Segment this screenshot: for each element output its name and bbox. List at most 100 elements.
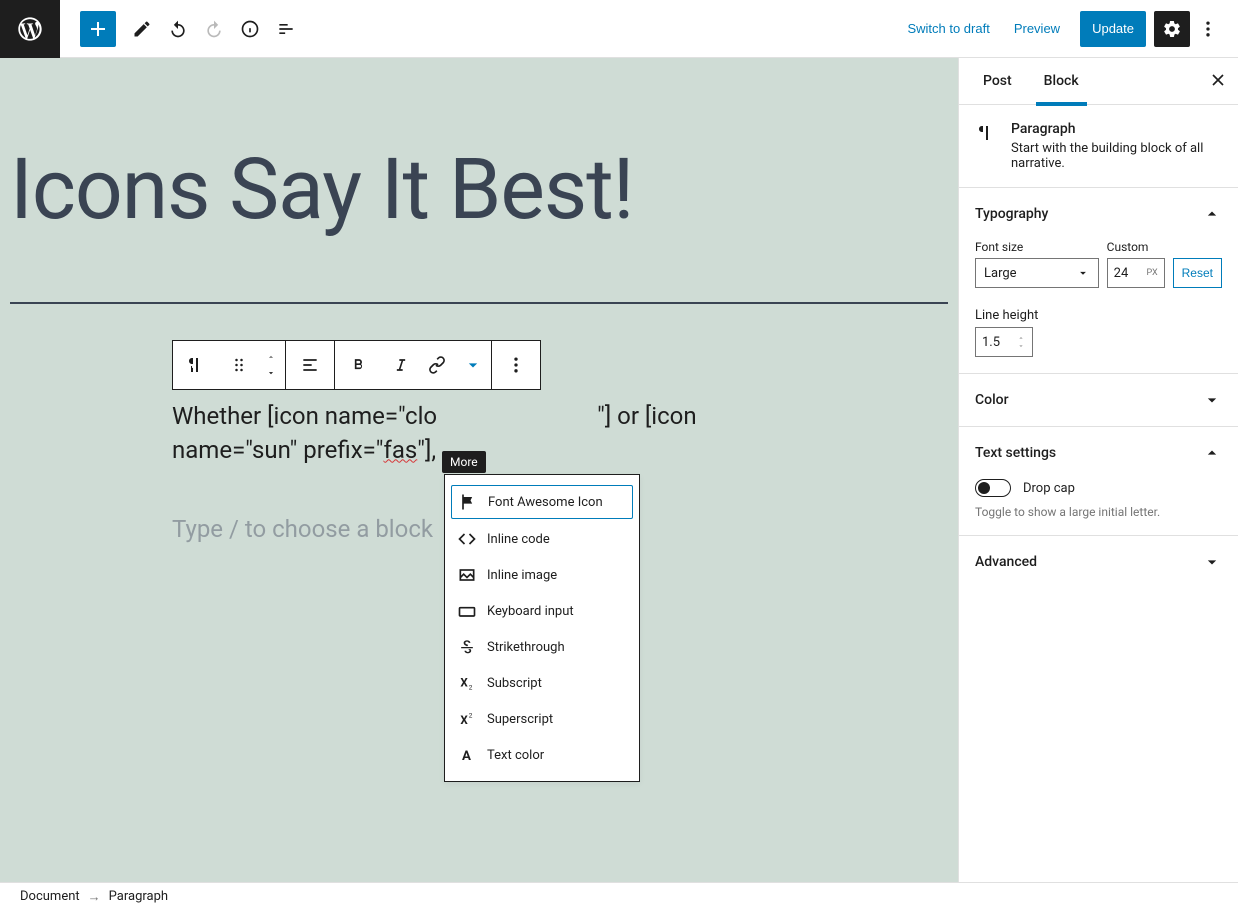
block-toolbar <box>172 340 541 390</box>
block-options-button[interactable] <box>492 341 540 389</box>
tooltip-more: More <box>442 451 486 473</box>
dropdown-label: Text color <box>487 748 544 763</box>
wordpress-logo[interactable] <box>0 0 60 58</box>
reset-font-size-button[interactable]: Reset <box>1173 258 1222 288</box>
dropdown-label: Inline code <box>487 532 550 547</box>
select-value: Large <box>984 266 1017 281</box>
chevron-up-icon <box>1202 443 1222 463</box>
post-title[interactable]: Icons Say It Best! <box>10 148 958 232</box>
update-button[interactable]: Update <box>1080 11 1146 47</box>
flag-icon <box>458 492 478 512</box>
svg-text:2: 2 <box>469 711 473 719</box>
dropdown-label: Font Awesome Icon <box>488 495 603 510</box>
font-size-select[interactable]: Large <box>975 258 1099 288</box>
dropdown-label: Keyboard input <box>487 604 574 619</box>
breadcrumb: Document → Paragraph <box>0 882 1238 910</box>
chevron-up-icon <box>1202 204 1222 224</box>
dropdown-item-inline-code[interactable]: Inline code <box>445 521 639 557</box>
keyboard-icon <box>457 601 477 621</box>
block-title: Paragraph <box>1011 121 1222 137</box>
superscript-icon: X2 <box>457 709 477 729</box>
more-formatting-button[interactable] <box>455 341 491 389</box>
redo-button[interactable] <box>196 11 232 47</box>
svg-text:A: A <box>462 749 471 764</box>
info-button[interactable] <box>232 11 268 47</box>
move-down-button[interactable] <box>257 365 285 381</box>
move-up-button[interactable] <box>257 349 285 365</box>
dropdown-item-strikethrough[interactable]: Strikethrough <box>445 629 639 665</box>
dropdown-label: Subscript <box>487 676 542 691</box>
advanced-panel-toggle[interactable]: Advanced <box>975 552 1222 572</box>
block-description: Start with the building block of all nar… <box>1011 141 1222 171</box>
input-value: 24 <box>1114 266 1129 281</box>
spellcheck-word: fas <box>383 436 417 464</box>
formatting-dropdown: Font Awesome Icon Inline code Inline ima… <box>444 474 640 782</box>
typography-panel-toggle[interactable]: Typography <box>975 204 1222 224</box>
stepper-up-icon[interactable] <box>1016 334 1026 342</box>
switch-to-draft-button[interactable]: Switch to draft <box>895 11 1001 47</box>
panel-title: Text settings <box>975 445 1056 461</box>
drag-handle[interactable] <box>221 341 257 389</box>
text-settings-panel-toggle[interactable]: Text settings <box>975 443 1222 463</box>
preview-button[interactable]: Preview <box>1002 11 1072 47</box>
dropdown-label: Inline image <box>487 568 557 583</box>
dropdown-item-superscript[interactable]: X2 Superscript <box>445 701 639 737</box>
bold-button[interactable] <box>335 341 383 389</box>
editor-canvas[interactable]: Icons Say It Best! <box>0 58 958 882</box>
block-type-button[interactable] <box>173 341 221 389</box>
dropdown-label: Superscript <box>487 712 553 727</box>
undo-button[interactable] <box>160 11 196 47</box>
input-value: 1.5 <box>982 335 1000 350</box>
link-button[interactable] <box>419 341 455 389</box>
dropdown-item-font-awesome[interactable]: Font Awesome Icon <box>451 485 633 519</box>
breadcrumb-root[interactable]: Document <box>20 889 80 904</box>
svg-text:2: 2 <box>469 684 473 692</box>
stepper-down-icon[interactable] <box>1016 342 1026 350</box>
dropdown-item-text-color[interactable]: A Text color <box>445 737 639 773</box>
chevron-down-icon <box>1076 266 1090 280</box>
tab-post[interactable]: Post <box>975 58 1020 105</box>
dropdown-item-inline-image[interactable]: Inline image <box>445 557 639 593</box>
paragraph-text: "], <box>417 436 436 464</box>
settings-sidebar: Post Block Paragraph Start with the buil… <box>958 58 1238 882</box>
dropdown-item-subscript[interactable]: X2 Subscript <box>445 665 639 701</box>
tab-block[interactable]: Block <box>1036 58 1087 105</box>
chevron-down-icon <box>1202 390 1222 410</box>
outline-button[interactable] <box>268 11 304 47</box>
svg-text:X: X <box>460 713 468 727</box>
color-panel-toggle[interactable]: Color <box>975 390 1222 410</box>
dropdown-label: Strikethrough <box>487 640 565 655</box>
more-options-button[interactable] <box>1190 11 1226 47</box>
subscript-icon: X2 <box>457 673 477 693</box>
image-icon <box>457 565 477 585</box>
paragraph-text: Whether [icon name="clo <box>172 402 437 430</box>
code-icon <box>457 529 477 549</box>
color-panel: Color <box>959 374 1238 427</box>
svg-text:X: X <box>460 675 468 689</box>
helper-text: Toggle to show a large initial letter. <box>975 505 1222 519</box>
custom-size-input[interactable]: 24 PX <box>1107 258 1165 288</box>
line-height-input[interactable]: 1.5 <box>975 327 1033 357</box>
breadcrumb-current[interactable]: Paragraph <box>109 889 168 904</box>
chevron-down-icon <box>1202 552 1222 572</box>
top-toolbar: Switch to draft Preview Update <box>0 0 1238 58</box>
close-sidebar-button[interactable] <box>1208 70 1228 90</box>
panel-title: Typography <box>975 206 1048 222</box>
breadcrumb-separator: → <box>88 889 101 905</box>
custom-size-label: Custom <box>1107 240 1165 254</box>
dropdown-item-keyboard[interactable]: Keyboard input <box>445 593 639 629</box>
line-height-label: Line height <box>975 308 1038 323</box>
advanced-panel: Advanced <box>959 536 1238 588</box>
panel-title: Advanced <box>975 554 1037 570</box>
text-settings-panel: Text settings Drop cap Toggle to show a … <box>959 427 1238 536</box>
drop-cap-toggle[interactable] <box>975 479 1011 497</box>
paragraph-icon <box>975 121 999 145</box>
edit-mode-button[interactable] <box>124 11 160 47</box>
block-info-panel: Paragraph Start with the building block … <box>959 105 1238 188</box>
text-color-icon: A <box>457 745 477 765</box>
italic-button[interactable] <box>383 341 419 389</box>
strikethrough-icon <box>457 637 477 657</box>
add-block-button[interactable] <box>80 11 116 47</box>
settings-button[interactable] <box>1154 11 1190 47</box>
align-button[interactable] <box>286 341 334 389</box>
